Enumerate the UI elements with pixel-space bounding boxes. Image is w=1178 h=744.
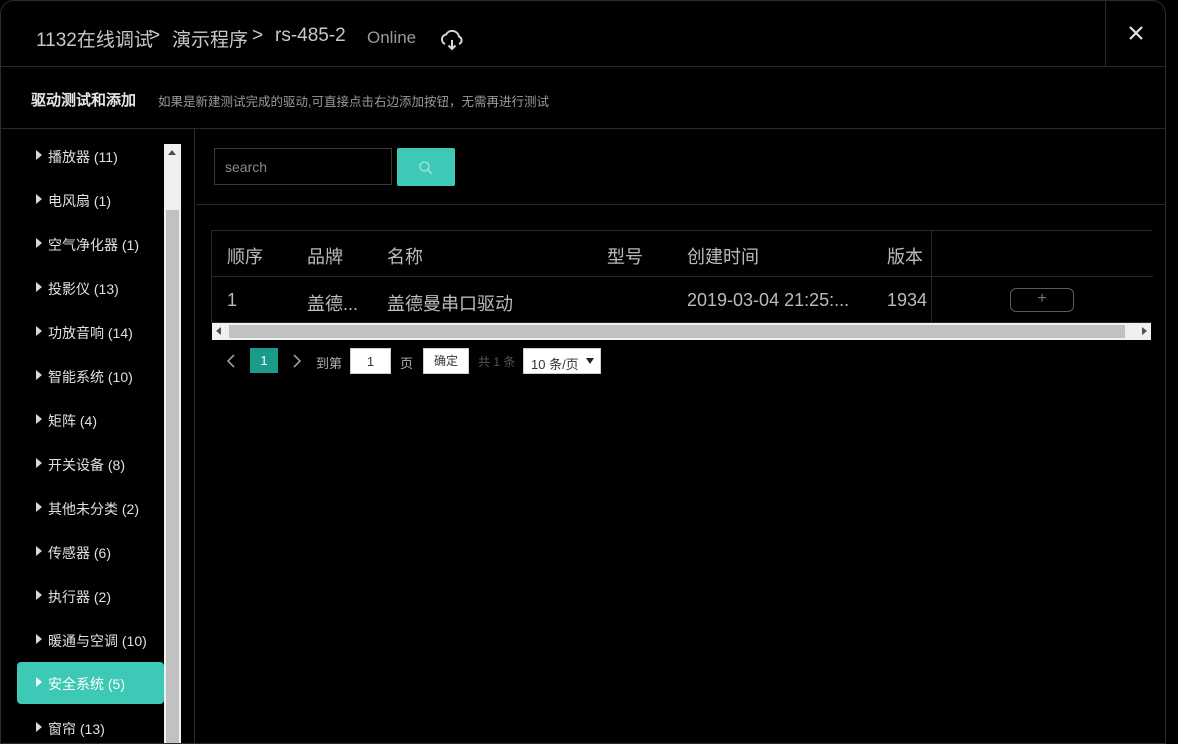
cell-order: 1: [227, 290, 238, 310]
close-area: [1105, 1, 1165, 67]
sidebar-item-actuator[interactable]: 执行器 (2): [17, 575, 164, 617]
dialog-titlebar: 1132在线调试 > 演示程序 > rs-485-2 Online: [1, 1, 1165, 67]
caret-right-icon: [36, 546, 42, 556]
scroll-left-arrow-icon[interactable]: [216, 327, 221, 335]
sidebar-scrollbar[interactable]: [164, 144, 181, 743]
breadcrumb-item-port[interactable]: rs-485-2: [275, 25, 346, 47]
sidebar-item-label: 功放音响 (14): [48, 325, 133, 341]
caret-right-icon: [36, 634, 42, 644]
sidebar-item-smart-system[interactable]: 智能系统 (10): [17, 355, 164, 397]
sidebar-item-security[interactable]: 安全系统 (5): [17, 662, 164, 704]
search-button[interactable]: [397, 148, 455, 186]
column-header-version: 版本: [887, 247, 923, 267]
scroll-right-arrow-icon[interactable]: [1142, 327, 1147, 335]
sidebar-item-fan[interactable]: 电风扇 (1): [17, 179, 164, 221]
sidebar-item-label: 暖通与空调 (10): [48, 633, 147, 649]
scroll-up-arrow-icon[interactable]: [168, 150, 176, 155]
column-header-created: 创建时间: [687, 247, 759, 267]
column-header-brand: 品牌: [307, 247, 343, 267]
sidebar-item-label: 投影仪 (13): [48, 281, 119, 297]
section-header: 驱动测试和添加 如果是新建测试完成的驱动,可直接点击右边添加按钮，无需再进行测试: [1, 67, 1165, 129]
cell-version: 1934: [887, 290, 928, 310]
chevron-down-icon: [586, 358, 594, 364]
driver-dialog: 1132在线调试 > 演示程序 > rs-485-2 Online 驱动测试和添…: [0, 0, 1166, 744]
column-header-name: 名称: [387, 247, 423, 267]
sidebar-item-label: 开关设备 (8): [48, 457, 125, 473]
add-driver-button[interactable]: +: [1010, 288, 1074, 312]
category-sidebar: 播放器 (11) 电风扇 (1) 空气净化器 (1) 投影仪 (13) 功放音响…: [1, 129, 195, 743]
sidebar-item-label: 播放器 (11): [48, 149, 118, 165]
sidebar-item-sensor[interactable]: 传感器 (6): [17, 531, 164, 573]
table-horizontal-scrollbar[interactable]: [212, 323, 1151, 340]
sidebar-item-label: 矩阵 (4): [48, 413, 97, 429]
close-icon[interactable]: [1126, 23, 1146, 43]
sidebar-item-label: 传感器 (6): [48, 545, 111, 561]
page-size-value: 10 条/页: [531, 357, 579, 372]
section-title: 驱动测试和添加: [31, 92, 137, 109]
toolbar-divider: [196, 204, 1165, 205]
caret-right-icon: [36, 150, 42, 160]
breadcrumb-separator: >: [149, 25, 161, 46]
caret-right-icon: [36, 370, 42, 380]
caret-right-icon: [36, 414, 42, 424]
breadcrumb-item-device[interactable]: 1132在线调试: [36, 25, 153, 52]
cell-created: 2019-03-04 21:25:...: [687, 290, 850, 310]
sidebar-item-label: 安全系统 (5): [48, 676, 125, 692]
sidebar-item-label: 执行器 (2): [48, 589, 111, 605]
sidebar-item-other[interactable]: 其他未分类 (2): [17, 487, 164, 529]
search-input[interactable]: [214, 148, 392, 185]
sidebar-item-label: 窗帘 (13): [48, 721, 105, 737]
action-column: +: [931, 231, 1154, 322]
caret-right-icon: [36, 502, 42, 512]
sidebar-item-matrix[interactable]: 矩阵 (4): [17, 399, 164, 441]
cloud-sync-icon[interactable]: [439, 29, 465, 51]
scrollbar-thumb[interactable]: [166, 210, 179, 743]
goto-confirm-button[interactable]: 确定: [423, 348, 469, 374]
sidebar-item-projector[interactable]: 投影仪 (13): [17, 267, 164, 309]
sidebar-item-label: 其他未分类 (2): [48, 501, 139, 517]
driver-table: 顺序 品牌 名称 型号 创建时间 版本 1 盖德... 盖德曼串口驱动 2019…: [211, 230, 1154, 323]
breadcrumb-item-program[interactable]: 演示程序: [172, 25, 248, 52]
total-count: 共 1 条: [478, 355, 516, 369]
cell-name: 盖德曼串口驱动: [387, 294, 513, 314]
caret-right-icon: [36, 282, 42, 292]
sidebar-item-label: 电风扇 (1): [48, 193, 111, 209]
cell-brand: 盖德...: [307, 294, 359, 314]
sidebar-item-air-purifier[interactable]: 空气净化器 (1): [17, 223, 164, 265]
search-icon: [419, 161, 433, 175]
caret-right-icon: [36, 238, 42, 248]
page-suffix-label: 页: [400, 356, 414, 371]
breadcrumb-separator: >: [252, 25, 264, 46]
sidebar-item-switch[interactable]: 开关设备 (8): [17, 443, 164, 485]
sidebar-item-player[interactable]: 播放器 (11): [17, 135, 164, 177]
chevron-right-icon[interactable]: [292, 354, 302, 368]
caret-right-icon: [36, 590, 42, 600]
chevron-left-icon[interactable]: [226, 354, 236, 368]
column-header-order: 顺序: [227, 247, 263, 267]
section-hint: 如果是新建测试完成的驱动,可直接点击右边添加按钮，无需再进行测试: [158, 95, 549, 109]
goto-label: 到第: [316, 356, 343, 371]
scrollbar-thumb[interactable]: [229, 325, 1125, 338]
caret-right-icon: [36, 326, 42, 336]
caret-right-icon: [36, 458, 42, 468]
sidebar-item-label: 智能系统 (10): [48, 369, 133, 385]
caret-right-icon: [36, 194, 42, 204]
sidebar-item-hvac[interactable]: 暖通与空调 (10): [17, 619, 164, 661]
connection-status: Online: [367, 28, 417, 47]
caret-right-icon: [36, 722, 42, 732]
page-button-current[interactable]: 1: [250, 348, 278, 373]
sidebar-item-label: 空气净化器 (1): [48, 237, 139, 253]
page-size-select[interactable]: 10 条/页: [523, 348, 601, 374]
sidebar-item-curtain[interactable]: 窗帘 (13): [17, 707, 164, 743]
sidebar-item-amplifier[interactable]: 功放音响 (14): [17, 311, 164, 353]
column-header-model: 型号: [607, 247, 643, 267]
goto-page-input[interactable]: [350, 348, 391, 374]
caret-right-icon: [36, 677, 42, 687]
